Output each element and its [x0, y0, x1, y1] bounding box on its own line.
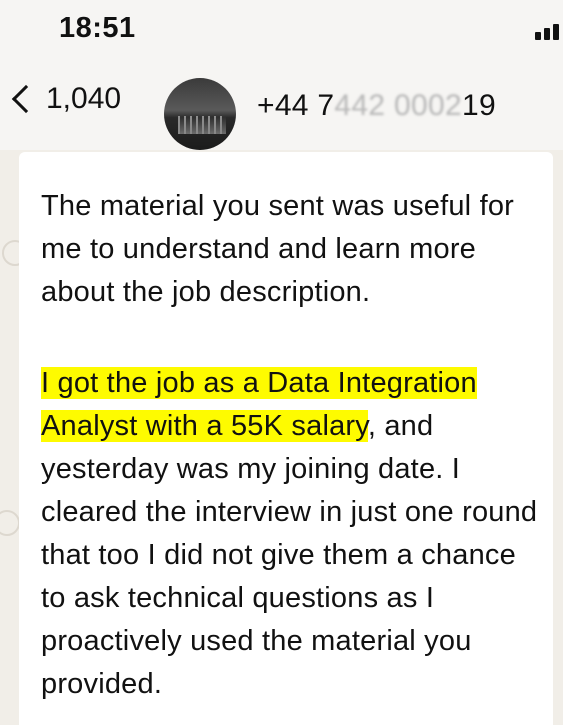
message-paragraph-1: The material you sent was useful for me … [41, 190, 515, 308]
message-text: , and yesterday was my joining date. I c… [41, 410, 538, 700]
chat-screen: 18:51 1,040 +44 7442 000219 The material… [0, 0, 563, 725]
avatar[interactable] [164, 78, 236, 150]
status-bar: 18:51 [0, 0, 563, 56]
message-paragraph-2: I got the job as a Data Integration Anal… [41, 362, 541, 706]
contact-number-prefix: +44 7 [257, 89, 335, 122]
status-time: 18:51 [59, 12, 136, 44]
chevron-left-icon [11, 84, 41, 114]
message-bubble[interactable]: The material you sent was useful for me … [19, 152, 553, 725]
contact-number-masked: 442 0002 [334, 89, 462, 122]
signal-icon [535, 24, 559, 40]
back-button[interactable]: 1,040 [6, 82, 121, 116]
chat-header: 1,040 +44 7442 000219 [0, 64, 563, 156]
highlighted-text-line-1: I got the job as a Data Integration [41, 367, 477, 399]
highlighted-text-line-2: Analyst with a 55K salary [41, 410, 368, 442]
contact-name[interactable]: +44 7442 000219 [257, 89, 496, 123]
unread-count: 1,040 [46, 82, 122, 115]
wallpaper-doodle [0, 510, 20, 536]
contact-number-suffix: 19 [461, 89, 496, 122]
